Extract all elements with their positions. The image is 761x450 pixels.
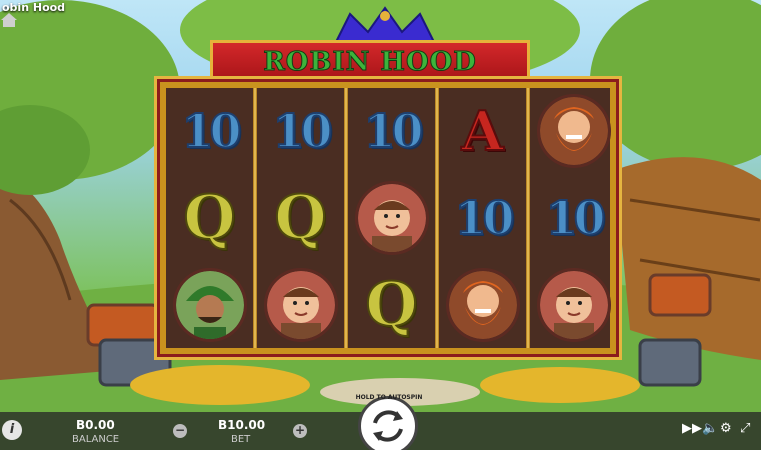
- reel-cell: 10: [439, 175, 526, 261]
- bet-value: B10.00: [218, 418, 266, 432]
- symbol-10: 10: [271, 103, 333, 159]
- spin-button[interactable]: [358, 396, 418, 450]
- home-icon[interactable]: [0, 12, 18, 28]
- john-portrait: [536, 94, 611, 168]
- balance-value: B0.00: [76, 418, 115, 432]
- friar-portrait-symbol: [257, 262, 344, 348]
- reel-cell: 10: [257, 88, 344, 174]
- john-portrait-symbol: [530, 88, 617, 174]
- friar-portrait-symbol: [348, 175, 435, 261]
- john-portrait-symbol: [439, 262, 526, 348]
- fullscreen-icon[interactable]: ⤢: [740, 422, 750, 436]
- game-title-banner: ROBIN HOOD: [210, 40, 530, 84]
- reel-cell: 10: [166, 88, 253, 174]
- bet-label: BET: [231, 434, 251, 445]
- game-scene: obin Hood ROBIN HOOD 10 Q 10 Q 10 Q A 10 10 i B0…: [0, 0, 761, 450]
- symbol-a: A: [461, 98, 505, 164]
- friar-portrait: [354, 181, 429, 255]
- john-portrait: [445, 268, 520, 342]
- reel-frame: 10 Q 10 Q 10 Q A 10 10: [160, 82, 616, 354]
- spin-hint-label: HOLD TO AUTOSPIN: [355, 394, 423, 401]
- reel-cell: Q: [348, 262, 435, 348]
- symbol-10: 10: [180, 103, 242, 159]
- reel-cell: 10: [530, 175, 617, 261]
- bet-increase-button[interactable]: +: [293, 424, 307, 438]
- friar-portrait: [263, 268, 338, 342]
- friar-portrait-symbol: [530, 262, 617, 348]
- symbol-10: 10: [453, 190, 515, 246]
- info-button[interactable]: i: [2, 420, 22, 440]
- spin-arrows-icon: [373, 410, 403, 442]
- robin-portrait: [172, 268, 247, 342]
- reel-cell: 10: [348, 88, 435, 174]
- game-title: ROBIN HOOD: [263, 47, 477, 78]
- friar-portrait: [536, 268, 611, 342]
- symbol-q: Q: [273, 182, 327, 254]
- symbol-10: 10: [362, 103, 424, 159]
- bet-decrease-button[interactable]: −: [173, 424, 187, 438]
- symbol-q: Q: [364, 269, 418, 341]
- fast-forward-icon[interactable]: ▶▶: [682, 422, 702, 436]
- reel-cell: A: [439, 88, 526, 174]
- reel-cell: Q: [166, 175, 253, 261]
- reel-cell: Q: [257, 175, 344, 261]
- sound-icon[interactable]: 🔈: [702, 422, 718, 436]
- robin-portrait-symbol: [166, 262, 253, 348]
- symbol-10: 10: [544, 190, 606, 246]
- balance-label: BALANCE: [72, 434, 120, 445]
- symbol-q: Q: [182, 182, 236, 254]
- gear-icon[interactable]: ⚙: [720, 422, 732, 436]
